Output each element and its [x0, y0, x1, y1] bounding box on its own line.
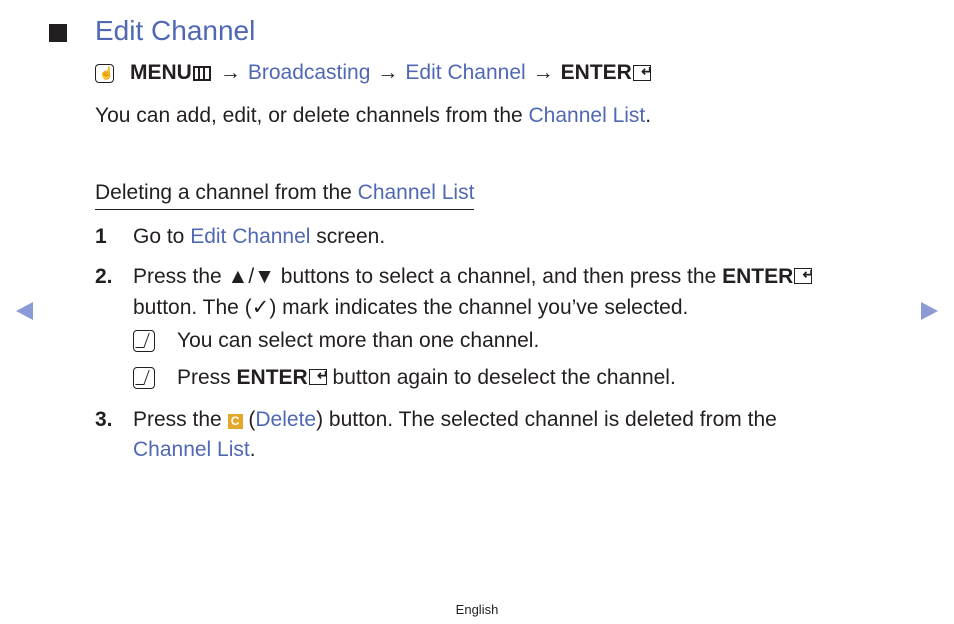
path-arrow: →	[219, 61, 241, 84]
path-broadcasting[interactable]: Broadcasting	[248, 61, 371, 85]
channel-list-link[interactable]: Channel List	[529, 104, 646, 127]
title-bullet	[49, 24, 67, 42]
touch-menu-icon: ☝	[95, 63, 114, 83]
enter-icon: ↵	[308, 368, 329, 385]
step-text: Press the ▲/▼ buttons to select a channe…	[133, 265, 815, 288]
enter-label: ENTER	[236, 366, 308, 389]
section-heading: Deleting a channel from the Channel List	[95, 181, 475, 210]
footer-language: English	[455, 602, 499, 617]
step-number: 2.	[95, 265, 113, 288]
note-text: Press ENTER ↵ button again to deselect th…	[177, 366, 676, 389]
menu-path: ☝ MENU → Broadcasting → Edit Channel → E…	[95, 61, 653, 85]
step-number: 3.	[95, 408, 113, 431]
step-text: button. The (✓) mark indicates the chann…	[133, 296, 689, 319]
edit-channel-link[interactable]: Edit Channel	[190, 225, 310, 248]
delete-link[interactable]: Delete	[255, 408, 316, 431]
step-text: Press the C (Delete) button. The selecte…	[133, 408, 777, 431]
step-text: Go to Edit Channel screen.	[133, 225, 386, 248]
channel-list-link[interactable]: Channel List	[133, 438, 250, 461]
note-icon	[133, 367, 155, 389]
check-mark-icon: ✓	[251, 296, 270, 319]
channel-list-link[interactable]: Channel List	[358, 181, 475, 204]
menu-icon	[192, 65, 211, 81]
enter-icon: ↵	[632, 64, 653, 81]
previous-page-arrow-icon[interactable]	[16, 302, 33, 320]
note-text: You can select more than one channel.	[177, 329, 540, 352]
enter-label: ENTER	[560, 61, 632, 84]
up-down-arrows-icon: ▲/▼	[227, 265, 275, 288]
note-icon	[133, 330, 155, 352]
path-arrow: →	[377, 61, 399, 84]
step-number: 1	[95, 225, 107, 248]
intro-text: You can add, edit, or delete channels fr…	[95, 104, 652, 127]
c-button-icon: C	[227, 414, 243, 429]
enter-icon: ↵	[794, 267, 814, 284]
path-edit-channel[interactable]: Edit Channel	[405, 61, 525, 85]
path-arrow: →	[532, 61, 554, 84]
menu-label: MENU	[130, 61, 192, 84]
page-title: Edit Channel	[95, 15, 256, 46]
enter-label: ENTER	[722, 265, 794, 288]
next-page-arrow-icon[interactable]	[921, 302, 938, 320]
step-text: Channel List.	[133, 438, 256, 461]
